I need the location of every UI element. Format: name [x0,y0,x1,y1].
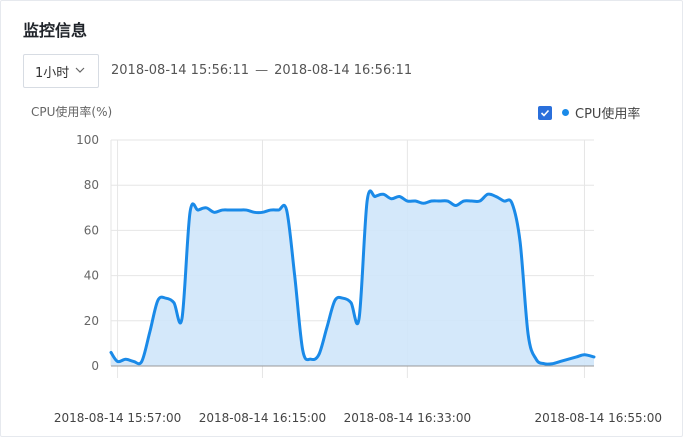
cpu-usage-chart: 0 20 40 60 80 100 2018-08-14 15:57:00 2018-08-1… [54,133,662,425]
y-tick-label: 20 [84,314,99,328]
x-tick-label: 2018-08-14 16:33:00 [344,411,471,425]
y-tick-label: 0 [91,359,99,373]
y-tick-label: 40 [84,269,99,283]
y-tick-label: 60 [84,223,99,237]
y-tick-label: 100 [76,133,99,147]
y-tick-label: 80 [84,178,99,192]
cpu-usage-area [111,190,594,366]
monitor-panel: 监控信息 1小时 2018-08-14 15:56:11—2018-08-14 … [0,0,683,437]
x-tick-label: 2018-08-14 15:57:00 [54,411,181,425]
x-tick-label: 2018-08-14 16:15:00 [199,411,326,425]
x-tick-label: 2018-08-14 16:55:00 [535,411,662,425]
